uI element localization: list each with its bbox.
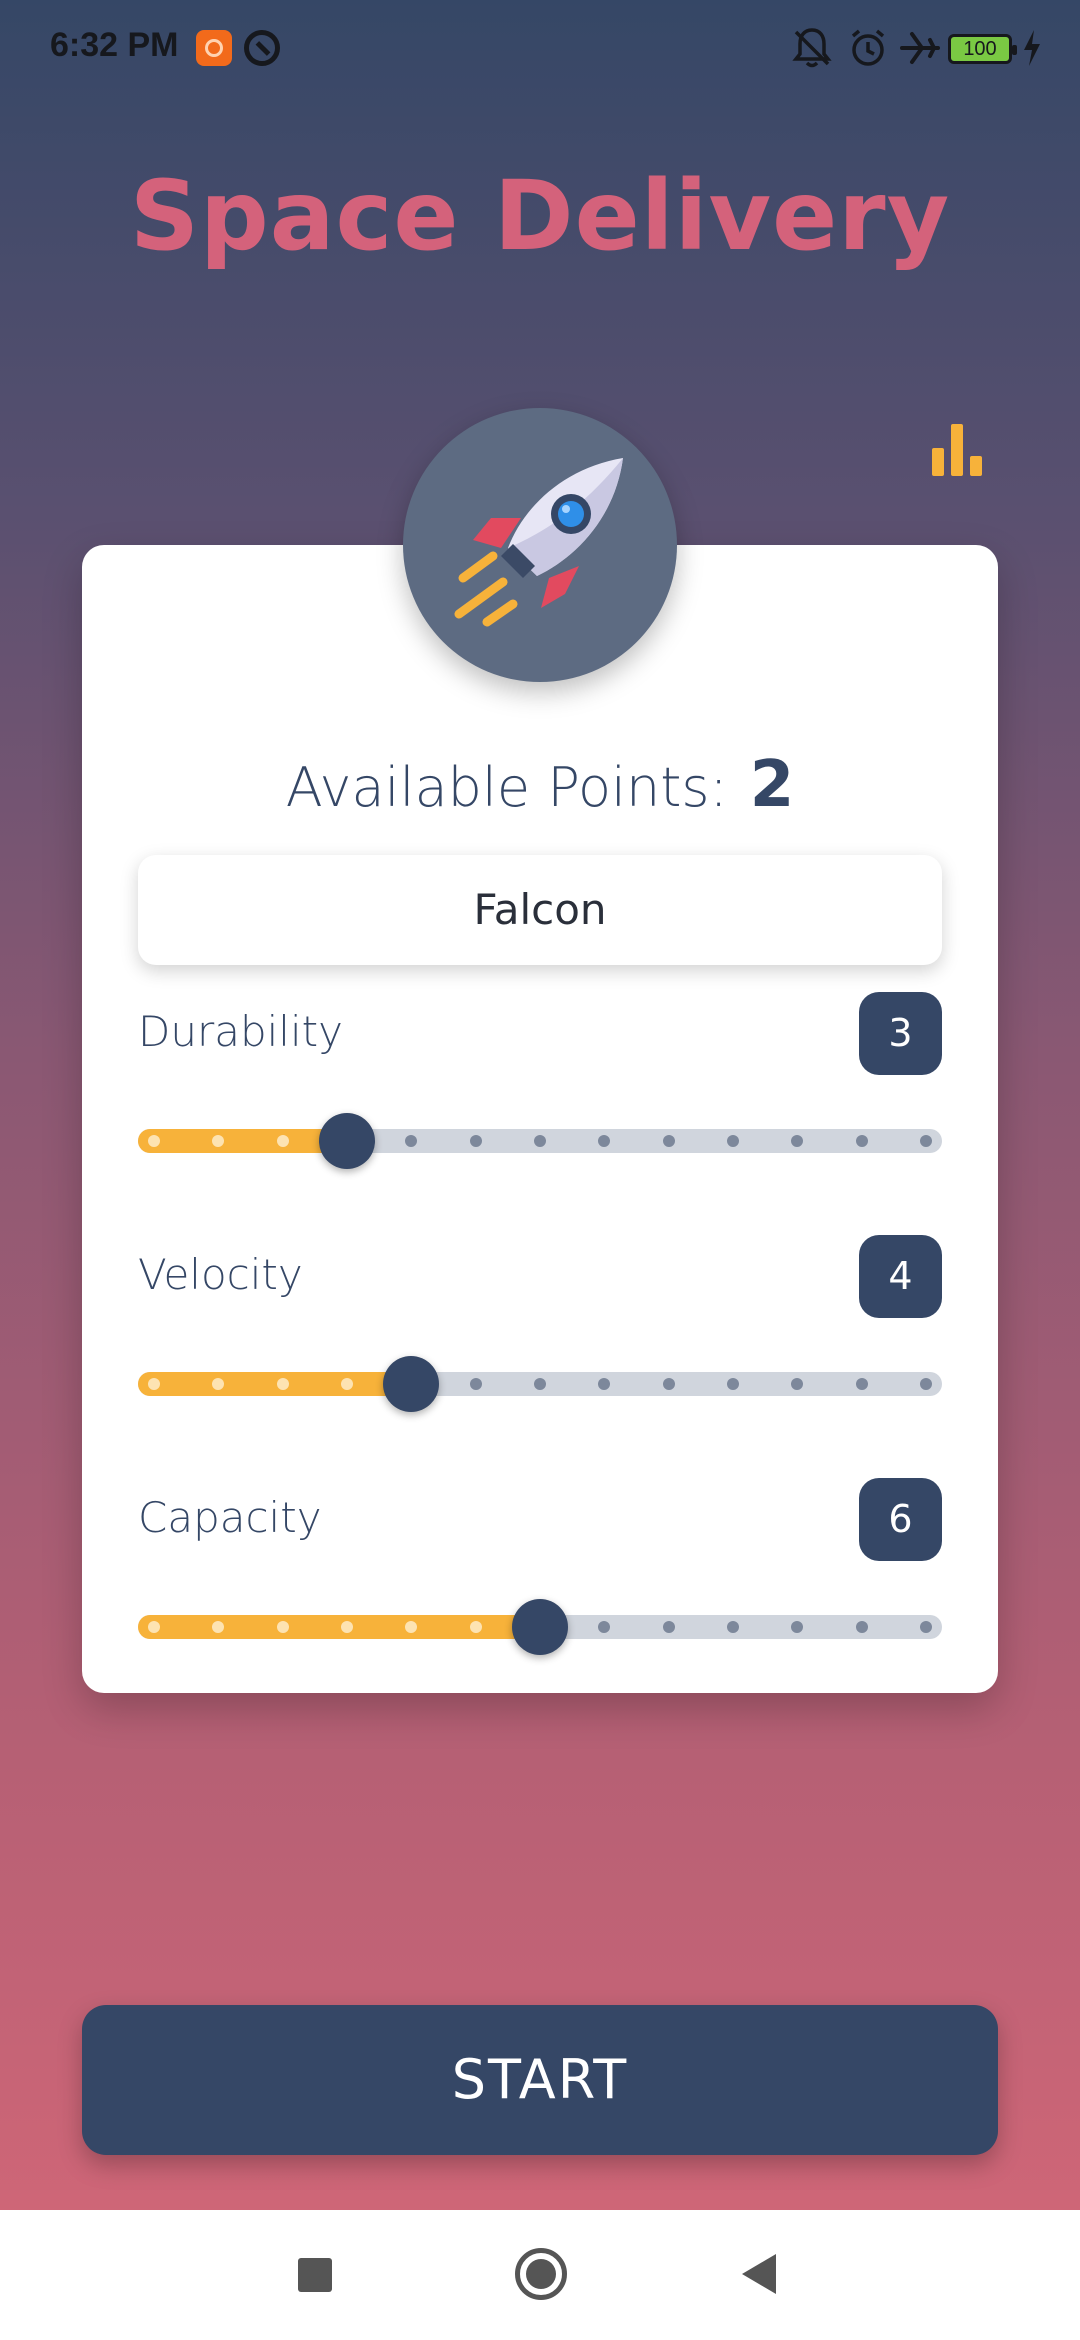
slider-tick <box>469 1621 482 1633</box>
ship-name-field[interactable]: Falcon <box>138 855 942 965</box>
durability-slider[interactable] <box>138 1101 942 1181</box>
back-icon[interactable] <box>742 2254 776 2294</box>
slider-thumb[interactable] <box>383 1356 440 1412</box>
home-icon[interactable] <box>515 2248 567 2300</box>
available-points: Available Points: 2 <box>82 748 998 822</box>
slider-tick <box>276 1621 289 1633</box>
points-value: 2 <box>749 748 795 822</box>
velocity-value-badge: 4 <box>859 1235 942 1318</box>
slider-tick <box>341 1621 353 1633</box>
slider-tick <box>727 1135 739 1147</box>
slider-tick <box>920 1378 932 1390</box>
bar-chart-icon[interactable] <box>930 420 984 476</box>
slider-tick <box>534 1135 546 1147</box>
battery-level: 100 <box>963 38 997 60</box>
slider-tick <box>855 1621 868 1633</box>
slider-tick <box>276 1135 289 1147</box>
durability-label: Durability <box>138 1007 343 1056</box>
slider-tick <box>148 1621 160 1633</box>
slider-tick <box>662 1378 675 1390</box>
capacity-label: Capacity <box>138 1493 322 1542</box>
slider-tick <box>662 1135 675 1147</box>
slider-tick <box>855 1135 868 1147</box>
slider-tick <box>727 1378 739 1390</box>
slider-tick <box>534 1378 546 1390</box>
slider-tick <box>855 1378 868 1390</box>
recents-icon[interactable] <box>298 2258 332 2292</box>
slider-tick <box>727 1621 739 1633</box>
capacity-value-badge: 6 <box>859 1478 942 1561</box>
navigation-bar <box>0 2210 1080 2340</box>
slider-tick <box>920 1135 932 1147</box>
charging-icon <box>1024 30 1040 66</box>
status-bar: 6:32 PM 100 <box>0 0 1080 96</box>
durability-value-badge: 3 <box>859 992 942 1075</box>
slider-tick <box>276 1378 289 1390</box>
app-title: Space Delivery <box>129 160 951 272</box>
slider-tick <box>920 1621 932 1633</box>
rocket-icon <box>454 458 623 627</box>
slider-tick <box>148 1378 160 1390</box>
alarm-icon <box>851 29 885 66</box>
sync-icon <box>244 30 280 66</box>
slider-thumb[interactable] <box>319 1113 375 1169</box>
battery-icon: 100 <box>948 34 1017 64</box>
airplane-mode-icon <box>900 32 940 64</box>
velocity-slider[interactable] <box>138 1344 942 1424</box>
points-label: Available Points: <box>285 756 728 819</box>
slider-tick <box>469 1378 482 1390</box>
start-button[interactable]: START <box>82 2005 998 2155</box>
capacity-slider[interactable] <box>138 1587 942 1667</box>
status-time: 6:32 PM <box>50 26 179 64</box>
slider-tick <box>341 1378 353 1390</box>
bell-off-icon <box>792 28 832 68</box>
slider-thumb[interactable] <box>512 1599 568 1655</box>
velocity-label: Velocity <box>138 1250 303 1299</box>
slider-tick <box>662 1621 675 1633</box>
slider-tick <box>469 1135 482 1147</box>
rocket-badge <box>403 408 677 682</box>
slider-tick <box>148 1135 160 1147</box>
app-notification-icon <box>196 30 232 66</box>
